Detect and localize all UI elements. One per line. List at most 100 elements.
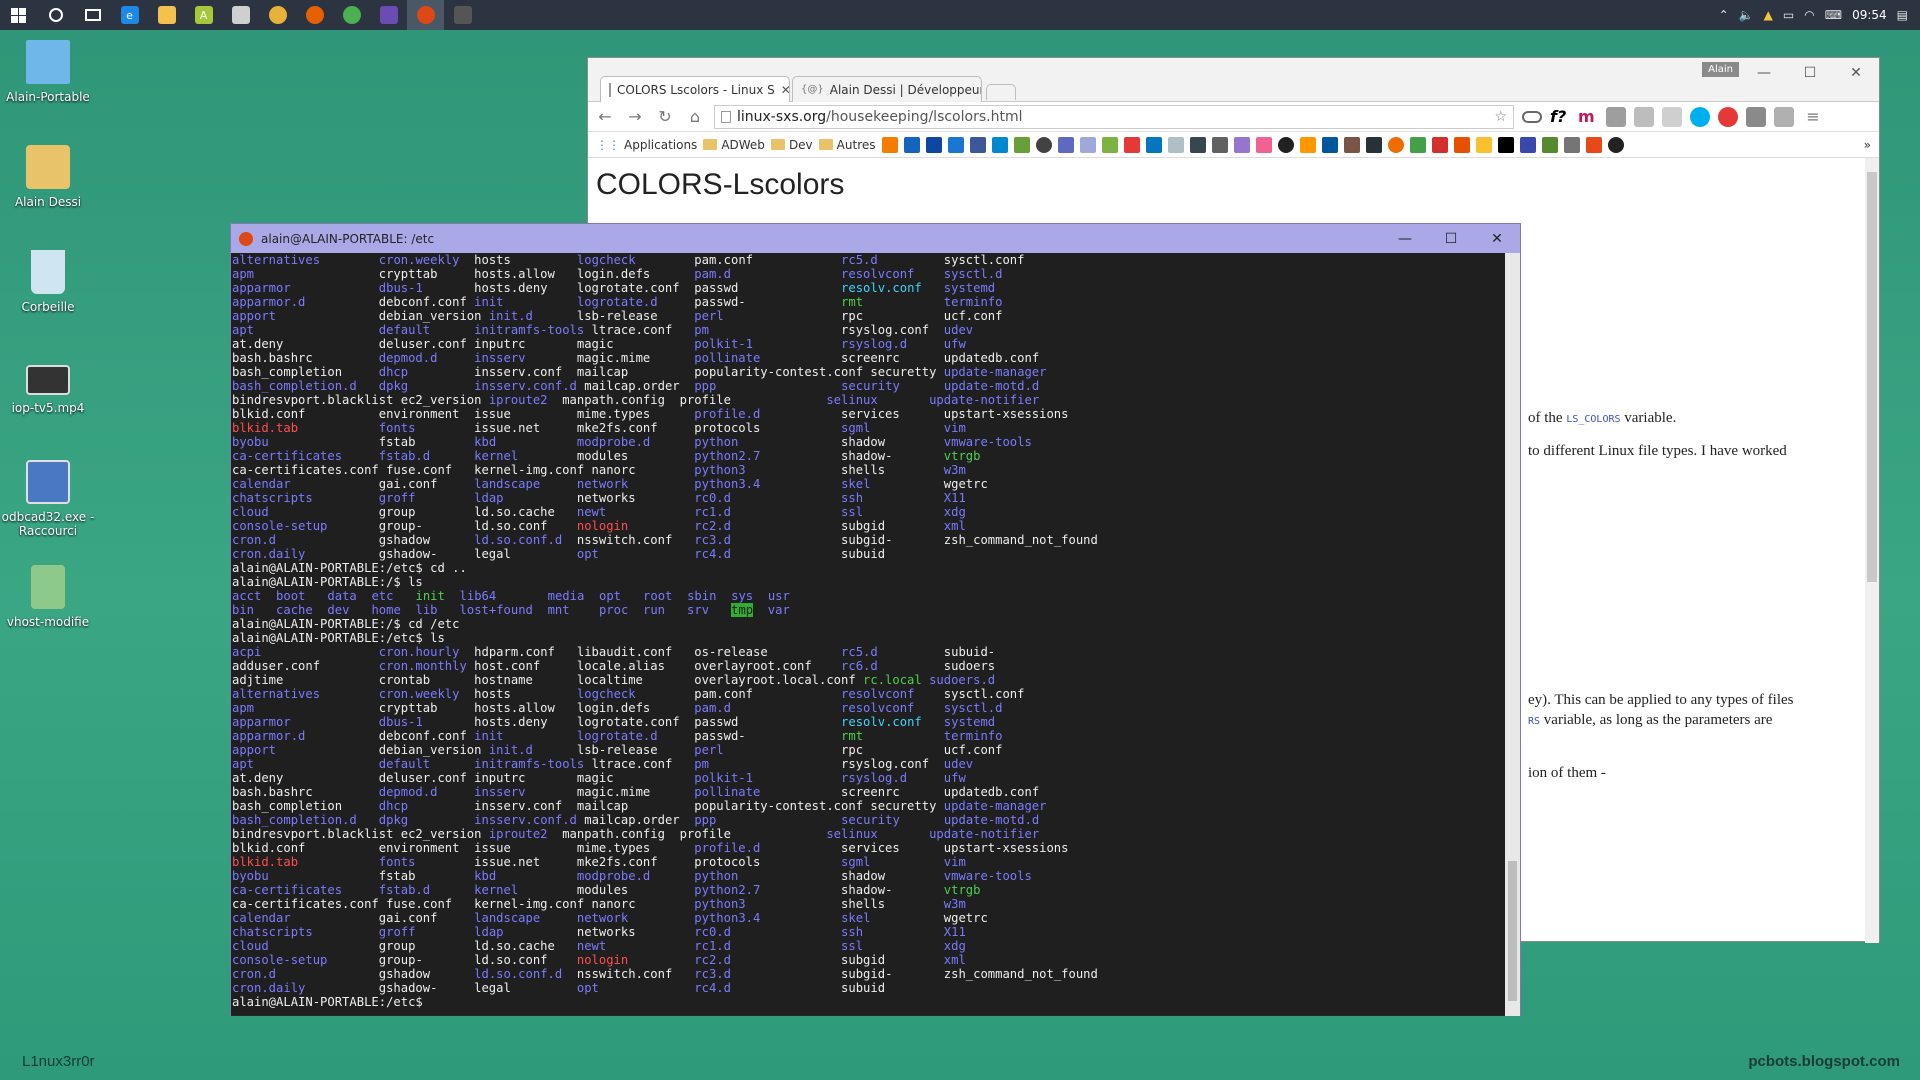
bookmark-icon[interactable] — [947, 136, 964, 153]
bookmark-icon[interactable] — [1541, 136, 1558, 153]
bookmark-icon[interactable] — [1453, 136, 1470, 153]
bookmark-icon[interactable] — [1563, 136, 1580, 153]
bookmark-icon[interactable] — [1167, 136, 1184, 153]
desktop-icon-odbcad32[interactable]: odbcad32.exe - Raccourci — [0, 460, 96, 538]
desktop-icon-alain-dessi[interactable]: Alain Dessi — [0, 145, 96, 209]
bookmark-icon[interactable] — [1123, 136, 1140, 153]
bookmark-icon[interactable] — [1255, 136, 1272, 153]
bookmark-icon[interactable] — [1013, 136, 1030, 153]
new-tab-button[interactable] — [986, 84, 1016, 100]
drive-extension-icon[interactable] — [1662, 106, 1682, 127]
bookmark-icon[interactable] — [1387, 136, 1404, 153]
drive-icon[interactable]: ▲ — [1764, 8, 1773, 22]
m-extension-icon[interactable]: m — [1578, 107, 1598, 127]
bookmark-icon[interactable] — [1079, 136, 1096, 153]
close-tab-icon[interactable]: ✕ — [781, 83, 789, 97]
adblock-extension-icon[interactable] — [1718, 106, 1738, 127]
camera-extension-icon[interactable] — [1746, 106, 1766, 127]
desktop-icon-alain-portable[interactable]: Alain-Portable — [0, 40, 96, 104]
bookmark-icon[interactable] — [1519, 136, 1536, 153]
minimize-icon[interactable]: — — [1741, 58, 1787, 88]
close-icon[interactable]: ✕ — [1474, 224, 1520, 253]
cortana-button[interactable] — [37, 0, 74, 30]
menu-icon[interactable]: ≡ — [1802, 107, 1824, 126]
bookmark-icon[interactable] — [1299, 136, 1316, 153]
back-icon[interactable]: ← — [594, 107, 616, 126]
app-green-button[interactable]: A — [185, 0, 222, 30]
puzzle-extension-icon[interactable] — [1634, 106, 1654, 127]
extension-gray-icon[interactable] — [1606, 106, 1626, 127]
desktop-icon-iop-tv5[interactable]: iop-tv5.mp4 — [0, 365, 96, 415]
ubuntu-app-button[interactable] — [407, 0, 444, 30]
cloud-extension-icon[interactable] — [1522, 110, 1542, 123]
desktop-icon-vhost-modifie[interactable]: vhost-modifie — [0, 565, 96, 629]
bookmark-icon[interactable] — [991, 136, 1008, 153]
bookmark-icon[interactable] — [1057, 136, 1074, 153]
shield-extension-icon[interactable] — [1774, 106, 1794, 127]
bookmark-icon[interactable] — [1277, 136, 1294, 153]
bookmark-icon[interactable] — [1431, 136, 1448, 153]
bookmark-dev[interactable]: Dev — [770, 138, 813, 152]
chevron-up-icon[interactable]: ⌃ — [1719, 8, 1729, 22]
star-icon[interactable]: ☆ — [1494, 109, 1507, 125]
github-icon[interactable] — [1607, 136, 1624, 153]
app-dark-button[interactable] — [444, 0, 481, 30]
home-icon[interactable]: ⌂ — [684, 107, 706, 126]
maximize-icon[interactable]: ☐ — [1428, 224, 1474, 253]
bookmark-icon[interactable] — [881, 136, 898, 153]
minimize-icon[interactable]: — — [1382, 224, 1428, 253]
terminal-output[interactable]: alternatives cron.weekly hosts logcheck … — [231, 253, 1506, 1016]
bookmark-icon[interactable] — [1189, 136, 1206, 153]
chrome-alt-button[interactable] — [333, 0, 370, 30]
notification-icon[interactable]: ▤ — [1897, 8, 1908, 22]
start-button[interactable] — [0, 0, 37, 30]
wifi-icon[interactable]: ◠ — [1804, 8, 1814, 22]
battery-icon[interactable]: ▭ — [1783, 8, 1794, 22]
bookmark-icon[interactable] — [1409, 136, 1426, 153]
bookmark-icon[interactable] — [925, 136, 942, 153]
bookmark-icon[interactable] — [1365, 136, 1382, 153]
close-icon[interactable]: ✕ — [1833, 58, 1879, 88]
maximize-icon[interactable]: ☐ — [1787, 58, 1833, 88]
more-bookmarks-icon[interactable]: » — [1864, 138, 1871, 152]
volume-icon[interactable]: 🔈 — [1739, 8, 1754, 22]
bookmark-autres[interactable]: Autres — [818, 138, 876, 152]
desktop-icon-corbeille[interactable]: Corbeille — [0, 250, 96, 314]
forward-icon[interactable]: → — [624, 107, 646, 126]
scrollbar-thumb[interactable] — [1508, 861, 1517, 1001]
page-scrollbar[interactable] — [1865, 158, 1879, 943]
address-bar[interactable]: linux-sxs.org/housekeeping/lscolors.html… — [714, 104, 1514, 129]
firefox-button[interactable] — [296, 0, 333, 30]
terminal-app-button[interactable] — [370, 0, 407, 30]
bookmark-icon[interactable] — [1343, 136, 1360, 153]
bookmark-applications[interactable]: ⋮⋮ Applications — [596, 138, 697, 152]
scrollbar-thumb[interactable] — [1867, 172, 1877, 582]
file-explorer-button[interactable] — [148, 0, 185, 30]
keyboard-icon[interactable]: ⌨ — [1825, 8, 1842, 22]
tab-lscolors[interactable]: COLORS Lscolors - Linux S ✕ — [600, 76, 790, 102]
bookmark-icon[interactable] — [1475, 136, 1492, 153]
bookmark-icon[interactable] — [1497, 136, 1514, 153]
font-extension-icon[interactable]: f? — [1550, 107, 1570, 127]
user-badge[interactable]: Alain — [1702, 62, 1739, 77]
terminal-titlebar[interactable]: alain@ALAIN-PORTABLE: /etc — ☐ ✕ — [231, 224, 1520, 253]
bookmark-icon[interactable] — [1145, 136, 1162, 153]
bookmark-icon[interactable] — [1233, 136, 1250, 153]
bookmark-icon[interactable] — [1211, 136, 1228, 153]
bookmark-icon[interactable] — [1585, 136, 1602, 153]
tab-alain-dessi[interactable]: {@} Alain Dessi | Développeur w ✕ — [792, 76, 982, 102]
bookmark-icon[interactable] — [969, 136, 986, 153]
edge-button[interactable]: e — [111, 0, 148, 30]
skype-extension-icon[interactable] — [1690, 106, 1710, 127]
task-view-button[interactable] — [74, 0, 111, 30]
bookmark-adweb[interactable]: ADWeb — [703, 138, 765, 152]
chrome-button[interactable] — [259, 0, 296, 30]
bookmark-icon[interactable] — [903, 136, 920, 153]
app-window-button[interactable] — [222, 0, 259, 30]
bookmark-icon[interactable] — [1101, 136, 1118, 153]
clock[interactable]: 09:54 — [1852, 8, 1887, 22]
terminal-scrollbar[interactable] — [1505, 253, 1520, 1016]
reload-icon[interactable]: ↻ — [654, 107, 676, 126]
bookmark-icon[interactable] — [1035, 136, 1052, 153]
bookmark-icon[interactable] — [1321, 136, 1338, 153]
